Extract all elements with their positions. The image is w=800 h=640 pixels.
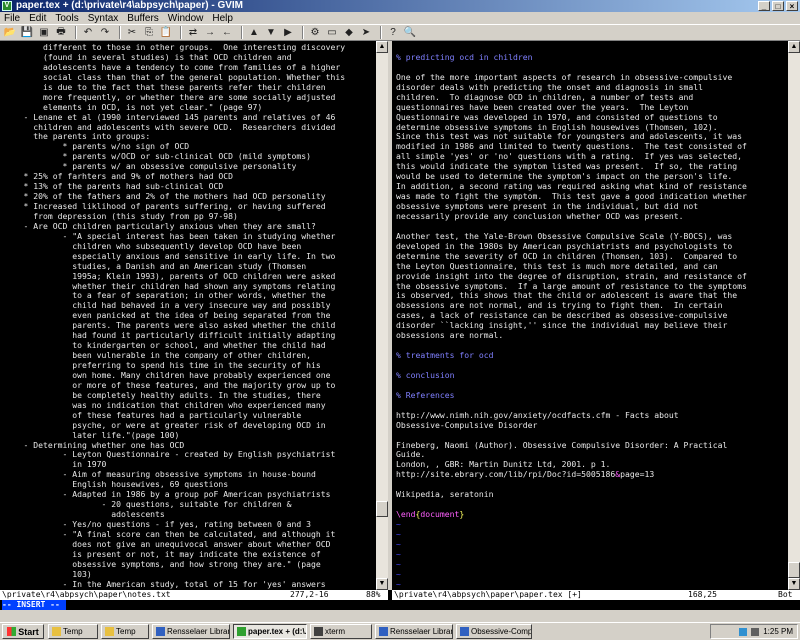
taskbar-button[interactable]: Rensselaer Librari... <box>152 624 230 639</box>
network-icon[interactable] <box>739 627 748 636</box>
notes-scroll-thumb[interactable] <box>376 501 388 517</box>
taskbar-button[interactable]: Temp <box>101 624 149 639</box>
notes-scrollbar[interactable]: ▲ ▼ <box>376 41 388 590</box>
taskbar-button-label: Temp <box>116 627 136 636</box>
menu-help[interactable]: Help <box>212 13 233 24</box>
find-replace-icon[interactable]: ⇄ <box>186 26 200 40</box>
browser-icon <box>460 627 469 636</box>
maximize-button[interactable]: □ <box>772 1 784 11</box>
start-label: Start <box>18 626 39 637</box>
find-help-icon[interactable]: 🔍 <box>403 26 417 40</box>
mode-indicator: -- INSERT -- <box>2 600 66 610</box>
folder-icon <box>52 627 61 636</box>
help-icon[interactable]: ? <box>386 26 400 40</box>
taskbar-button-label: Rensselaer Librari... <box>167 627 230 636</box>
taskbar-button-label: Temp <box>63 627 83 636</box>
scroll-down-arrow-icon[interactable]: ▼ <box>788 578 800 590</box>
find-next-icon[interactable]: → <box>203 26 217 40</box>
paper-pane[interactable]: % predicting ocd in children One of the … <box>392 41 788 590</box>
toolbar-separator <box>380 26 382 39</box>
jump-tag-icon[interactable]: ➤ <box>359 26 373 40</box>
undo-icon[interactable]: ↶ <box>81 26 95 40</box>
menu-tools[interactable]: Tools <box>55 13 78 24</box>
toolbar-separator <box>180 26 182 39</box>
gvim-app-icon[interactable]: V <box>2 1 12 11</box>
find-prev-icon[interactable]: ← <box>220 26 234 40</box>
scroll-up-arrow-icon[interactable]: ▲ <box>788 41 800 53</box>
taskbar-button[interactable]: Rensselaer Librari... <box>375 624 453 639</box>
clock[interactable]: 1:25 PM <box>763 627 793 636</box>
left-status-filename: \private\r4\abpsych\paper\notes.txt <box>2 590 171 599</box>
tray-icons <box>739 627 760 636</box>
minimize-button[interactable]: _ <box>758 1 770 11</box>
taskbar-tasks: Temp Temp Rensselaer Librari... paper.tex +… <box>48 624 535 639</box>
vim-icon <box>237 627 246 636</box>
print-icon[interactable]: 🖶 <box>54 26 68 40</box>
command-line[interactable]: -- INSERT -- <box>0 600 800 610</box>
paper-scrollbar[interactable]: ▲ ▼ <box>788 41 800 590</box>
window-controls: _ □ × <box>758 1 798 11</box>
status-separator <box>388 590 392 600</box>
left-status-position: 277,2-16 <box>290 590 329 599</box>
save-icon[interactable]: 💾 <box>20 26 34 40</box>
toolbar-separator <box>302 26 304 39</box>
scroll-up-arrow-icon[interactable]: ▲ <box>376 41 388 53</box>
menu-edit[interactable]: Edit <box>29 13 46 24</box>
system-tray: 1:25 PM <box>710 624 798 639</box>
menu-bar: File Edit Tools Syntax Buffers Window He… <box>0 12 800 24</box>
redo-icon[interactable]: ↷ <box>98 26 112 40</box>
ctags-icon[interactable]: ◆ <box>342 26 356 40</box>
taskbar-button[interactable]: paper.tex + (d:\... <box>233 624 307 639</box>
taskbar-button[interactable]: xterm <box>310 624 372 639</box>
menu-window[interactable]: Window <box>168 13 204 24</box>
close-button[interactable]: × <box>786 1 798 11</box>
right-status-position: 168,25 <box>688 590 717 599</box>
taskbar-button-label: xterm <box>325 627 345 636</box>
status-line: \private\r4\abpsych\paper\notes.txt 277,… <box>0 590 800 600</box>
right-status-filename: \private\r4\abpsych\paper\paper.tex [+] <box>394 590 582 599</box>
window-bottom-border <box>0 610 800 622</box>
taskbar-button[interactable]: Obsessive-Compul... <box>456 624 532 639</box>
browser-icon <box>156 627 165 636</box>
taskbar: Start Temp Temp Rensselaer Librari... paper… <box>0 622 800 640</box>
left-status-percent: 88% <box>366 590 381 599</box>
save-session-icon[interactable]: ▼ <box>264 26 278 40</box>
menu-file[interactable]: File <box>4 13 20 24</box>
toolbar-separator <box>119 26 121 39</box>
paper-text[interactable]: % predicting ocd in children One of the … <box>392 41 788 590</box>
load-session-icon[interactable]: ▲ <box>247 26 261 40</box>
run-script-icon[interactable]: ▶ <box>281 26 295 40</box>
paper-scroll-thumb[interactable] <box>788 562 800 578</box>
windows-logo-icon <box>7 627 17 636</box>
browser-icon <box>379 627 388 636</box>
taskbar-button[interactable]: Temp <box>48 624 98 639</box>
paste-icon[interactable]: 📋 <box>159 26 173 40</box>
shell-icon[interactable]: ▭ <box>325 26 339 40</box>
taskbar-button-label: paper.tex + (d:\... <box>248 627 307 636</box>
scroll-down-arrow-icon[interactable]: ▼ <box>376 578 388 590</box>
cut-icon[interactable]: ✂ <box>125 26 139 40</box>
right-status-percent: Bot <box>778 590 793 599</box>
menu-syntax[interactable]: Syntax <box>88 13 119 24</box>
start-button[interactable]: Start <box>2 624 44 639</box>
window-title: paper.tex + (d:\private\r4\abpsych\paper… <box>16 0 244 11</box>
taskbar-button-label: Obsessive-Compul... <box>471 627 532 636</box>
title-bar[interactable]: V paper.tex + (d:\private\r4\abpsych\pap… <box>0 0 800 12</box>
editor-area: different to those in other groups. One … <box>0 41 800 590</box>
copy-icon[interactable]: ⎘ <box>142 26 156 40</box>
save-all-icon[interactable]: ▣ <box>37 26 51 40</box>
volume-icon[interactable] <box>751 627 760 636</box>
folder-icon <box>105 627 114 636</box>
toolbar: 📂 💾 ▣ 🖶 ↶ ↷ ✂ ⎘ 📋 ⇄ → ← ▲ ▼ ▶ ⚙ ▭ ◆ ➤? 🔍 <box>0 24 800 41</box>
notes-text[interactable]: different to those in other groups. One … <box>0 41 376 590</box>
open-icon[interactable]: 📂 <box>3 26 17 40</box>
notes-pane[interactable]: different to those in other groups. One … <box>0 41 376 590</box>
menu-buffers[interactable]: Buffers <box>127 13 159 24</box>
toolbar-separator <box>75 26 77 39</box>
taskbar-button-label: Rensselaer Librari... <box>390 627 453 636</box>
make-icon[interactable]: ⚙ <box>308 26 322 40</box>
toolbar-separator <box>241 26 243 39</box>
terminal-icon <box>314 627 323 636</box>
